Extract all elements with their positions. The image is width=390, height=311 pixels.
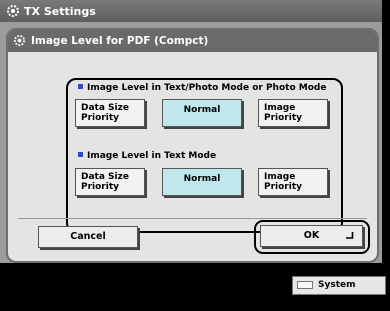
- status-bar: [0, 263, 390, 275]
- text-data-size-priority-button[interactable]: Data Size Priority: [75, 168, 145, 196]
- section-label-photo-mode: Image Level in Text/Photo Mode or Photo …: [78, 83, 326, 93]
- text-image-priority-button[interactable]: Image Priority: [258, 168, 328, 196]
- ok-button-label: OK: [303, 230, 320, 241]
- settings-gear-icon: [13, 34, 26, 47]
- monitor-indicator-icon: [297, 281, 313, 289]
- settings-gear-icon: [7, 5, 19, 17]
- photo-data-size-priority-button[interactable]: Data Size Priority: [75, 99, 145, 127]
- ok-button[interactable]: OK: [260, 225, 363, 247]
- divider: [18, 218, 367, 219]
- window-title: TX Settings: [24, 5, 96, 18]
- cancel-button[interactable]: Cancel: [38, 226, 138, 248]
- text-normal-button[interactable]: Normal: [162, 168, 242, 196]
- photo-image-priority-button[interactable]: Image Priority: [258, 99, 328, 127]
- dialog-title: Image Level for PDF (Compct): [31, 35, 209, 47]
- bullet-icon: [78, 152, 83, 157]
- bullet-icon: [78, 84, 83, 89]
- dialog-panel: Image Level for PDF (Compct) Image Level…: [6, 28, 379, 263]
- window-titlebar: TX Settings: [0, 0, 382, 22]
- return-arrow-icon: [346, 232, 354, 239]
- system-monitor-button[interactable]: System Monitor: [292, 276, 386, 307]
- section-label-text-mode: Image Level in Text Mode: [78, 151, 216, 161]
- photo-normal-button[interactable]: Normal: [162, 99, 242, 127]
- dialog-header: Image Level for PDF (Compct): [8, 30, 377, 52]
- system-monitor-label: System Monitor: [318, 280, 358, 307]
- touch-screen: TX Settings Image Level for PDF (Compct)…: [0, 0, 382, 263]
